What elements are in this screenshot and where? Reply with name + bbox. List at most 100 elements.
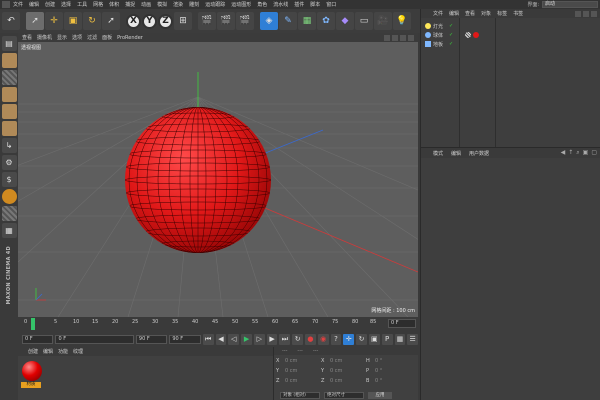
- material-menu-edit[interactable]: 编辑: [43, 348, 53, 355]
- coordinate-mode-select[interactable]: 对象 (相对): [280, 392, 320, 399]
- back-arrow-icon[interactable]: ◀: [561, 149, 566, 157]
- coord-field[interactable]: 0 °: [375, 358, 407, 364]
- menu-pipeline[interactable]: 流水线: [270, 1, 291, 8]
- prev-frame-icon[interactable]: ◁: [228, 333, 240, 345]
- menu-volume[interactable]: 体积: [106, 1, 122, 8]
- search-icon[interactable]: ⌕: [576, 149, 579, 157]
- render-settings-icon[interactable]: 🎬: [236, 12, 254, 30]
- axis-z-button[interactable]: Z: [158, 13, 173, 29]
- material-menu-function[interactable]: 功能: [58, 348, 68, 355]
- menu-tools[interactable]: 工具: [74, 1, 90, 8]
- render-picture-viewer-icon[interactable]: 🎬: [217, 12, 235, 30]
- attribute-menu-mode[interactable]: 模式: [433, 150, 443, 157]
- viewport-toggle-icon[interactable]: [408, 34, 414, 41]
- coord-field[interactable]: 0 cm: [285, 378, 317, 384]
- object-name[interactable]: 灯光: [433, 23, 443, 30]
- search-icon[interactable]: [575, 10, 581, 17]
- timeline-window-icon[interactable]: ☰: [407, 333, 419, 345]
- points-mode-icon[interactable]: [1, 87, 17, 102]
- material-menu-texture[interactable]: 纹理: [73, 348, 83, 355]
- menu-edit[interactable]: 编辑: [26, 1, 42, 8]
- undo-icon[interactable]: ↶: [2, 12, 20, 30]
- viewport-menu-filter[interactable]: 过滤: [87, 34, 97, 41]
- expand-icon[interactable]: [591, 10, 597, 17]
- menu-character[interactable]: 角色: [254, 1, 270, 8]
- viewport-menu-panel[interactable]: 面板: [102, 34, 112, 41]
- menu-simulate[interactable]: 模拟: [154, 1, 170, 8]
- material-tag-icon[interactable]: [473, 32, 480, 38]
- viewport-move-icon[interactable]: [384, 34, 390, 41]
- viewport-menu-view[interactable]: 查看: [22, 34, 32, 41]
- polygons-mode-icon[interactable]: [1, 121, 17, 136]
- timeline[interactable]: 0 5 10 15 20 25 30 35 40 45 50 55 60 65 …: [18, 317, 418, 331]
- menu-select[interactable]: 选择: [58, 1, 74, 8]
- object-menu-objects[interactable]: 对象: [481, 10, 491, 17]
- pen-icon[interactable]: ✎: [279, 12, 297, 30]
- size-mode-select[interactable]: 绝对尺寸: [324, 392, 364, 399]
- visibility-check-icon[interactable]: ✓: [449, 23, 453, 29]
- deformer-icon[interactable]: ◆: [336, 12, 354, 30]
- viewport-menu-options[interactable]: 选项: [72, 34, 82, 41]
- select-arrow-icon[interactable]: ➚: [26, 12, 44, 30]
- menu-window[interactable]: 窗口: [323, 1, 339, 8]
- menu-mograph[interactable]: 运动图形: [228, 1, 254, 8]
- texture-tag-icon[interactable]: [465, 32, 472, 38]
- preview-max-field[interactable]: 90 F: [135, 334, 168, 344]
- menu-create[interactable]: 创建: [42, 1, 58, 8]
- perspective-viewport[interactable]: 透视视图 网格间距 : 100 cm: [18, 42, 418, 317]
- object-row[interactable]: 球体 ✓: [425, 31, 480, 39]
- object-row[interactable]: 地板 ✓: [425, 40, 453, 48]
- object-row[interactable]: 灯光 ✓: [425, 22, 453, 30]
- coord-field[interactable]: 0 cm: [330, 368, 362, 374]
- make-editable-icon[interactable]: ▤: [1, 36, 17, 51]
- viewport-rotate-icon[interactable]: [400, 34, 406, 41]
- key-position-icon[interactable]: ✛: [343, 333, 355, 345]
- record-icon[interactable]: ●: [305, 333, 316, 345]
- texture-mode-icon[interactable]: [1, 70, 17, 85]
- phong-tag-icon[interactable]: [457, 32, 463, 38]
- menu-snap[interactable]: 捕捉: [122, 1, 138, 8]
- attribute-menu-userdata[interactable]: 用户数据: [469, 150, 489, 157]
- menu-animate[interactable]: 动画: [138, 1, 154, 8]
- start-frame-field[interactable]: 0 F: [22, 334, 54, 344]
- material-swatch[interactable]: [22, 361, 42, 381]
- up-arrow-icon[interactable]: ↑: [568, 149, 573, 157]
- lock-icon[interactable]: ▣: [583, 149, 589, 157]
- object-menu-view[interactable]: 查看: [465, 10, 475, 17]
- visibility-check-icon[interactable]: ✓: [449, 32, 453, 38]
- go-to-start-icon[interactable]: ⏮: [202, 333, 214, 345]
- object-menu-bookmarks[interactable]: 书签: [513, 10, 523, 17]
- key-rotation-icon[interactable]: ↻: [356, 333, 367, 345]
- menu-render[interactable]: 渲染: [170, 1, 186, 8]
- key-pla-icon[interactable]: ▦: [394, 333, 406, 345]
- camera-icon[interactable]: 🎥: [374, 12, 392, 30]
- material-menu-create[interactable]: 创建: [28, 348, 38, 355]
- coord-field[interactable]: 0 cm: [330, 378, 362, 384]
- material-name-label[interactable]: 材质: [21, 382, 41, 388]
- playhead[interactable]: [31, 318, 35, 330]
- key-scale-icon[interactable]: ▣: [368, 333, 380, 345]
- solo-icon[interactable]: ▦: [1, 223, 17, 238]
- coordinate-system-icon[interactable]: ⊞: [174, 12, 192, 30]
- object-menu-edit[interactable]: 编辑: [449, 10, 459, 17]
- coord-field[interactable]: 0 °: [375, 378, 407, 384]
- prev-key-icon[interactable]: ◀: [215, 333, 227, 345]
- autokey-icon[interactable]: ◉: [317, 333, 329, 345]
- menu-sculpt[interactable]: 雕刻: [186, 1, 202, 8]
- current-frame-field[interactable]: 0 F: [388, 319, 416, 328]
- timeline-ruler[interactable]: 0 5 10 15 20 25 30 35 40 45 50 55 60 65 …: [24, 318, 398, 330]
- coord-field[interactable]: 0 cm: [330, 358, 362, 364]
- viewport-menu-display[interactable]: 显示: [57, 34, 67, 41]
- play-icon[interactable]: ▶: [241, 333, 252, 345]
- preview-min-field[interactable]: 0 F: [55, 334, 134, 344]
- object-name[interactable]: 球体: [433, 32, 443, 39]
- render-view-icon[interactable]: 🎬: [198, 12, 216, 30]
- visibility-check-icon[interactable]: ✓: [449, 41, 453, 47]
- recent-tool-icon[interactable]: ➚: [102, 12, 120, 30]
- end-frame-field[interactable]: 90 F: [169, 334, 201, 344]
- next-frame-icon[interactable]: ▷: [253, 333, 265, 345]
- object-name[interactable]: 地板: [433, 41, 443, 48]
- next-key-icon[interactable]: ▶: [266, 333, 278, 345]
- rotate-icon[interactable]: ↻: [83, 12, 101, 30]
- coord-field[interactable]: 0 °: [375, 368, 407, 374]
